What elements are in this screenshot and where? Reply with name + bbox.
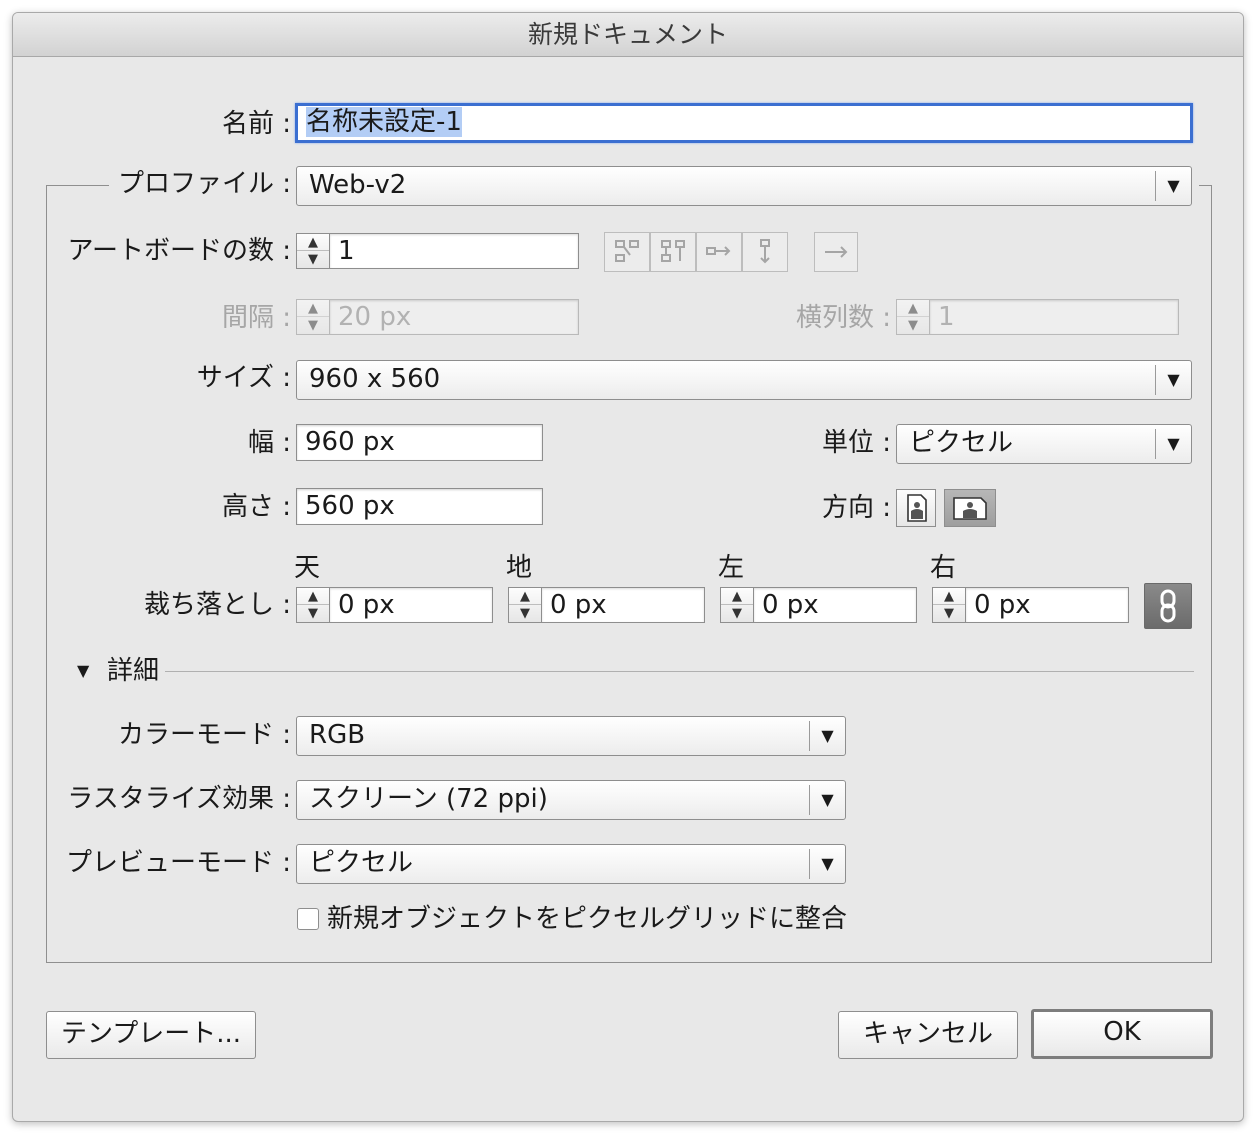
ok-button[interactable]: OK — [1031, 1009, 1213, 1059]
raster-effects-value: スクリーン (72 ppi) — [309, 784, 548, 814]
grid-by-column-icon[interactable] — [650, 232, 696, 272]
stepper-down-icon[interactable]: ▼ — [897, 317, 929, 334]
bleed-top-input[interactable]: 0 px — [330, 587, 493, 623]
bleed-bottom-input[interactable]: 0 px — [542, 587, 705, 623]
cancel-button[interactable]: キャンセル — [838, 1011, 1018, 1059]
preview-mode-label: プレビューモード : — [65, 848, 291, 878]
stepper-down-icon[interactable]: ▼ — [721, 605, 753, 622]
bleed-bottom-stepper[interactable]: ▲ ▼ — [508, 587, 542, 623]
name-label: 名前 : — [221, 109, 291, 139]
bleed-right-input[interactable]: 0 px — [966, 587, 1129, 623]
raster-effects-select[interactable]: スクリーン (72 ppi) ▼ — [296, 780, 846, 820]
chevron-down-icon: ▼ — [809, 785, 845, 815]
bleed-left-stepper[interactable]: ▲ ▼ — [720, 587, 754, 623]
preview-mode-value: ピクセル — [309, 848, 414, 878]
preview-mode-select[interactable]: ピクセル ▼ — [296, 844, 846, 884]
profile-select[interactable]: Web-v2 ▼ — [296, 166, 1192, 206]
bleed-left-input[interactable]: 0 px — [754, 587, 917, 623]
size-select[interactable]: 960 x 560 ▼ — [296, 360, 1192, 400]
orientation-label: 方向 : — [821, 493, 891, 523]
spacing-stepper[interactable]: ▲ ▼ — [296, 299, 330, 335]
align-pixel-grid-label[interactable]: 新規オブジェクトをピクセルグリッドに整合 — [327, 901, 847, 937]
stepper-up-icon[interactable]: ▲ — [897, 300, 929, 317]
stepper-down-icon[interactable]: ▼ — [933, 605, 965, 622]
new-document-dialog: 新規ドキュメント 名前 : 名称未設定-1 プロファイル : Web-v2 ▼ … — [12, 12, 1244, 1122]
stepper-up-icon[interactable]: ▲ — [509, 588, 541, 605]
spacing-label: 間隔 : — [221, 303, 291, 333]
stepper-down-icon[interactable]: ▼ — [297, 605, 329, 622]
stepper-down-icon[interactable]: ▼ — [509, 605, 541, 622]
arrange-by-column-icon[interactable] — [742, 232, 788, 272]
chevron-down-icon: ▼ — [1155, 365, 1191, 395]
spacing-input[interactable]: 20 px — [330, 299, 579, 335]
link-bleed-button[interactable] — [1144, 583, 1192, 629]
stepper-up-icon[interactable]: ▲ — [297, 300, 329, 317]
advanced-divider — [165, 671, 1194, 672]
color-mode-value: RGB — [309, 720, 366, 750]
name-input[interactable]: 名称未設定-1 — [295, 103, 1193, 143]
bleed-right-label: 右 — [930, 553, 957, 583]
units-label: 単位 : — [821, 428, 891, 458]
grid-by-row-icon[interactable] — [604, 232, 650, 272]
arrange-by-row-icon[interactable] — [696, 232, 742, 272]
portrait-button[interactable] — [896, 489, 936, 527]
artboards-input[interactable]: 1 — [330, 233, 579, 269]
height-input[interactable]: 560 px — [296, 488, 543, 525]
units-select[interactable]: ピクセル ▼ — [896, 424, 1192, 464]
height-label: 高さ : — [221, 492, 291, 522]
columns-stepper[interactable]: ▲ ▼ — [896, 299, 930, 335]
align-pixel-grid-checkbox[interactable] — [297, 908, 319, 930]
stepper-down-icon[interactable]: ▼ — [297, 317, 329, 334]
disclosure-triangle-icon[interactable]: ▼ — [77, 659, 89, 683]
columns-label: 横列数 : — [795, 303, 891, 333]
width-label: 幅 : — [247, 428, 291, 458]
color-mode-label: カラーモード : — [117, 720, 291, 750]
stepper-up-icon[interactable]: ▲ — [297, 234, 329, 251]
artboards-stepper[interactable]: ▲ ▼ — [296, 233, 330, 269]
bleed-left-label: 左 — [718, 553, 745, 583]
chevron-down-icon: ▼ — [809, 721, 845, 751]
dialog-title: 新規ドキュメント — [13, 13, 1243, 57]
name-value: 名称未設定-1 — [306, 107, 462, 137]
right-to-left-icon[interactable] — [814, 232, 858, 272]
advanced-label[interactable]: 詳細 — [107, 655, 159, 687]
portrait-icon — [907, 494, 927, 522]
stepper-up-icon[interactable]: ▲ — [933, 588, 965, 605]
landscape-button[interactable] — [944, 489, 996, 527]
stepper-down-icon[interactable]: ▼ — [297, 251, 329, 268]
artboards-label: アートボードの数 : — [67, 236, 291, 266]
profile-label: プロファイル : — [117, 169, 291, 199]
stepper-up-icon[interactable]: ▲ — [721, 588, 753, 605]
units-value: ピクセル — [909, 428, 1014, 458]
chevron-down-icon: ▼ — [1155, 429, 1191, 459]
chain-link-icon — [1160, 589, 1176, 623]
bleed-top-label: 天 — [294, 553, 321, 583]
profile-value: Web-v2 — [309, 170, 407, 200]
width-input[interactable]: 960 px — [296, 424, 543, 461]
stepper-up-icon[interactable]: ▲ — [297, 588, 329, 605]
size-label: サイズ : — [196, 363, 291, 393]
bleed-bottom-label: 地 — [506, 553, 533, 583]
color-mode-select[interactable]: RGB ▼ — [296, 716, 846, 756]
bleed-right-stepper[interactable]: ▲ ▼ — [932, 587, 966, 623]
raster-effects-label: ラスタライズ効果 : — [67, 784, 291, 814]
bleed-label: 裁ち落とし : — [143, 590, 291, 620]
size-value: 960 x 560 — [309, 364, 441, 394]
landscape-icon — [953, 497, 987, 520]
chevron-down-icon: ▼ — [809, 849, 845, 879]
columns-input[interactable]: 1 — [930, 299, 1179, 335]
bleed-top-stepper[interactable]: ▲ ▼ — [296, 587, 330, 623]
templates-button[interactable]: テンプレート... — [46, 1011, 256, 1059]
chevron-down-icon: ▼ — [1155, 171, 1191, 201]
